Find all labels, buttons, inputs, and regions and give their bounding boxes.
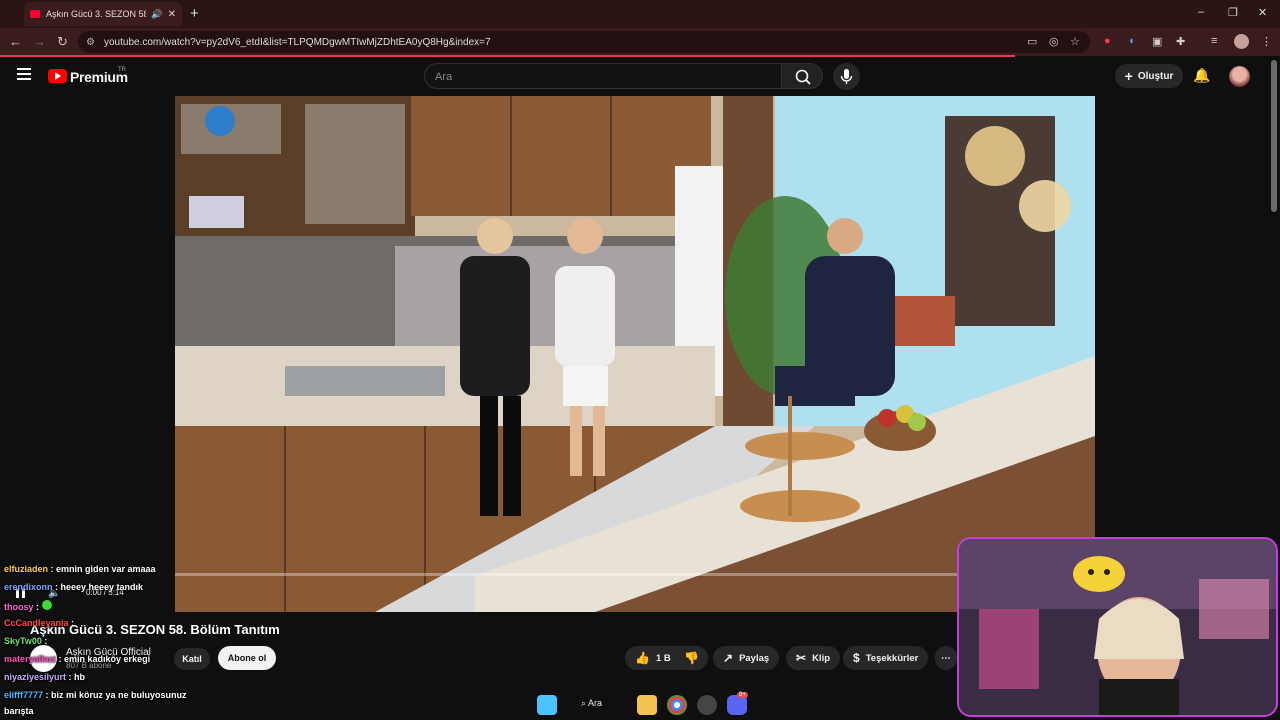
chat-message: materyalkuz : emin kadıköy erkegi bbox=[4, 654, 151, 664]
chat-message: elifff7777 : biz mi köruz ya ne buluyosu… bbox=[4, 690, 187, 700]
tab-close-icon[interactable]: ✕ bbox=[168, 9, 176, 20]
chat-message: niyaziyesilyurt : hb bbox=[4, 672, 86, 682]
extension-mask-icon[interactable]: ▣ bbox=[1152, 35, 1162, 48]
loading-bar bbox=[0, 55, 1015, 57]
chat-message: CcCandleyania : bbox=[4, 618, 75, 628]
youtube-header: Premium TR Ara + Oluştur 🔔 bbox=[0, 58, 1280, 96]
site-info-icon[interactable]: ⚙ bbox=[86, 37, 98, 48]
chrome-icon[interactable] bbox=[667, 695, 687, 715]
webcam-frame bbox=[959, 539, 1276, 715]
hide-icon[interactable]: ◎ bbox=[1049, 35, 1059, 48]
scissors-icon: ✂ bbox=[796, 651, 807, 665]
youtube-logo-icon[interactable] bbox=[48, 69, 67, 83]
minimize-button[interactable]: – bbox=[1198, 6, 1204, 18]
join-button[interactable]: Katıl bbox=[174, 648, 210, 670]
create-button[interactable]: + Oluştur bbox=[1115, 64, 1183, 88]
search-input[interactable]: Ara bbox=[424, 63, 782, 89]
account-avatar[interactable] bbox=[1229, 66, 1250, 87]
green-emote-icon bbox=[41, 600, 52, 610]
extension-red-icon[interactable]: ● bbox=[1104, 35, 1111, 47]
tab-audio-icon[interactable]: 🔊 bbox=[151, 9, 162, 20]
share-button[interactable]: ↗ Paylaş bbox=[713, 646, 780, 670]
windows-taskbar: ⌕ Ara 9+ bbox=[475, 690, 775, 720]
thumbs-up-icon: 👍 bbox=[635, 651, 650, 665]
new-tab-button[interactable]: + bbox=[190, 5, 199, 22]
cast-icon[interactable]: ▭ bbox=[1027, 35, 1037, 48]
close-window-button[interactable]: ✕ bbox=[1258, 6, 1267, 19]
like-button[interactable]: 👍 1 B bbox=[625, 646, 679, 670]
browser-menu-icon[interactable]: ⋮ bbox=[1261, 35, 1272, 48]
clip-button[interactable]: ✂ Klip bbox=[786, 646, 841, 670]
clip-label: Klip bbox=[812, 652, 831, 664]
thanks-label: Teşekkürler bbox=[865, 652, 919, 664]
file-explorer-icon[interactable] bbox=[637, 695, 657, 715]
maximize-button[interactable]: ❐ bbox=[1228, 6, 1238, 19]
thumbs-down-icon: 👎 bbox=[684, 651, 699, 665]
address-bar[interactable]: ⚙ youtube.com/watch?v=py2dV6_etdI&list=T… bbox=[78, 31, 1090, 53]
chat-message: erendixonn : heeey heeey tandık bbox=[4, 582, 144, 592]
video-frame bbox=[175, 96, 1095, 612]
subscribe-button[interactable]: Abone ol bbox=[218, 646, 276, 670]
youtube-favicon-icon bbox=[30, 10, 40, 18]
windows-start-icon[interactable] bbox=[537, 695, 557, 715]
discord-badge: 9+ bbox=[737, 692, 748, 698]
notifications-bell-icon[interactable]: 🔔 bbox=[1193, 67, 1210, 84]
taskbar-search-label: Ara bbox=[588, 698, 603, 708]
bookmark-star-icon[interactable]: ☆ bbox=[1070, 35, 1080, 48]
create-label: Oluştur bbox=[1137, 70, 1174, 82]
forward-icon[interactable]: → bbox=[33, 34, 46, 49]
share-icon: ↗ bbox=[723, 651, 734, 665]
discord-icon[interactable] bbox=[727, 695, 747, 715]
more-actions-button[interactable]: ⋯ bbox=[935, 646, 957, 670]
like-count: 1 B bbox=[655, 652, 671, 664]
profile-avatar[interactable] bbox=[1234, 34, 1249, 49]
extension-blue-icon[interactable]: ◖ bbox=[1128, 35, 1135, 47]
reading-list-icon[interactable]: ≡ bbox=[1211, 35, 1217, 47]
hamburger-menu-icon[interactable] bbox=[17, 68, 31, 80]
reload-icon[interactable]: ↻ bbox=[57, 34, 68, 50]
browser-toolbar: ← → ↻ ⚙ youtube.com/watch?v=py2dV6_etdI&… bbox=[0, 28, 1280, 56]
microphone-icon bbox=[840, 69, 853, 84]
url-text: youtube.com/watch?v=py2dV6_etdI&list=TLP… bbox=[104, 36, 491, 48]
tab-title: Aşkın Gücü 3. SEZON 58. B bbox=[46, 9, 147, 19]
chat-message: barışta bbox=[4, 706, 34, 716]
thanks-button[interactable]: $ Teşekkürler bbox=[843, 646, 929, 670]
page-scrollbar[interactable] bbox=[1271, 60, 1277, 212]
voice-search-button[interactable] bbox=[833, 63, 860, 90]
country-code: TR bbox=[118, 67, 126, 73]
back-icon[interactable]: ← bbox=[9, 34, 22, 49]
streamer-webcam bbox=[957, 537, 1278, 717]
search-button[interactable] bbox=[781, 63, 823, 89]
share-label: Paylaş bbox=[739, 652, 770, 664]
thanks-dollar-icon: $ bbox=[853, 651, 860, 665]
taskbar-search[interactable]: ⌕ Ara bbox=[581, 698, 602, 709]
search-icon bbox=[795, 69, 811, 85]
chat-message: thoosy : bbox=[4, 600, 52, 612]
obs-icon[interactable] bbox=[697, 695, 717, 715]
chat-message: SkyTw00 : bbox=[4, 636, 48, 646]
browser-tab-strip: Aşkın Gücü 3. SEZON 58. B 🔊 ✕ + – ❐ ✕ bbox=[0, 0, 1280, 28]
plus-icon: + bbox=[1124, 68, 1133, 84]
extensions-puzzle-icon[interactable]: ✚ bbox=[1176, 35, 1185, 48]
chat-message: elfuziaden : emnin giden var amaaa bbox=[4, 564, 156, 574]
browser-tab[interactable]: Aşkın Gücü 3. SEZON 58. B 🔊 ✕ bbox=[24, 2, 182, 26]
dislike-button[interactable]: 👎 bbox=[675, 646, 708, 670]
video-player[interactable] bbox=[175, 96, 1095, 612]
